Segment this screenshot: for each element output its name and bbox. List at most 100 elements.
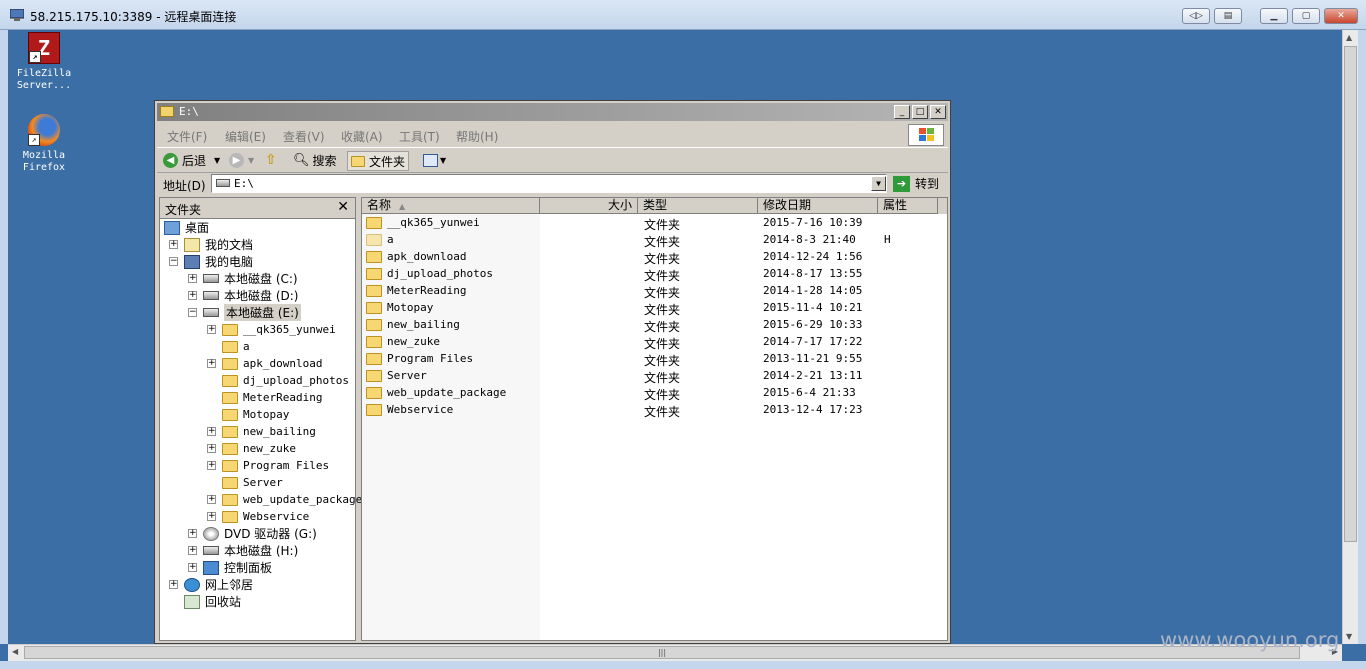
folder-tree-header: 文件夹 ✕ bbox=[160, 198, 355, 219]
scroll-down-icon[interactable]: ▼ bbox=[1346, 632, 1352, 641]
scroll-left-icon[interactable]: ◀ bbox=[12, 647, 18, 656]
tree-item-folder[interactable]: new_zuke bbox=[222, 440, 296, 457]
list-item[interactable]: __qk365_yunwei 文件夹 2015-7-16 10:39 bbox=[362, 214, 942, 232]
tree-item-folder[interactable]: Program Files bbox=[222, 457, 329, 474]
tree-item-folder[interactable]: __qk365_yunwei bbox=[222, 321, 336, 338]
tree-item-drive-d[interactable]: 本地磁盘 (D:) bbox=[203, 287, 298, 304]
list-item[interactable]: apk_download 文件夹 2014-12-24 1:56 bbox=[362, 248, 942, 266]
tree-item-folder[interactable]: web_update_package bbox=[222, 491, 362, 508]
explorer-title: E:\ bbox=[179, 105, 199, 118]
forward-button[interactable]: ▶ ▼ bbox=[229, 151, 254, 169]
column-header-modified[interactable]: 修改日期 bbox=[758, 198, 878, 214]
folder-icon bbox=[222, 459, 238, 472]
list-item[interactable]: Motopay 文件夹 2015-11-4 10:21 bbox=[362, 299, 942, 317]
scroll-up-icon[interactable]: ▲ bbox=[1346, 33, 1352, 42]
tree-label: dj_upload_photos bbox=[243, 374, 349, 387]
menu-help[interactable]: 帮助(H) bbox=[456, 128, 498, 145]
menu-file[interactable]: 文件(F) bbox=[167, 128, 207, 145]
menu-favorites[interactable]: 收藏(A) bbox=[341, 128, 383, 145]
list-item[interactable]: new_zuke 文件夹 2014-7-17 17:22 bbox=[362, 333, 942, 351]
tree-label: Motopay bbox=[243, 408, 290, 421]
views-button[interactable]: ▼ bbox=[423, 151, 446, 169]
expand-icon[interactable]: + bbox=[207, 359, 216, 368]
tree-item-drive-e[interactable]: 本地磁盘 (E:) bbox=[203, 304, 301, 321]
tree-item-dvd-drive[interactable]: DVD 驱动器 (G:) bbox=[203, 525, 317, 542]
go-button[interactable]: ➔ 转到 bbox=[893, 175, 939, 192]
tree-item-recycle-bin[interactable]: 回收站 bbox=[184, 593, 241, 610]
expand-icon[interactable]: + bbox=[188, 563, 197, 572]
expand-icon[interactable]: + bbox=[207, 325, 216, 334]
list-item[interactable]: a 文件夹 2014-8-3 21:40 H bbox=[362, 231, 942, 249]
expand-icon[interactable]: + bbox=[188, 291, 197, 300]
list-item[interactable]: new_bailing 文件夹 2015-6-29 10:33 bbox=[362, 316, 942, 334]
expand-icon[interactable]: + bbox=[207, 495, 216, 504]
file-name: dj_upload_photos bbox=[387, 267, 493, 280]
folders-button[interactable]: 文件夹 bbox=[347, 151, 410, 171]
menu-edit[interactable]: 编辑(E) bbox=[225, 128, 266, 145]
collapse-icon[interactable]: − bbox=[169, 257, 178, 266]
explorer-title-bar[interactable]: E:\ _ □ ✕ bbox=[157, 103, 948, 121]
expand-icon[interactable]: + bbox=[207, 461, 216, 470]
collapse-icon[interactable]: − bbox=[188, 308, 197, 317]
tree-item-my-computer[interactable]: 我的电脑 bbox=[184, 253, 253, 270]
horizontal-scroll-thumb[interactable]: ||| bbox=[24, 646, 1300, 659]
column-header-type[interactable]: 类型 bbox=[638, 198, 758, 214]
tree-item-folder[interactable]: Server bbox=[222, 474, 283, 491]
expand-icon[interactable]: + bbox=[188, 546, 197, 555]
column-header-name[interactable]: 名称 ▲ bbox=[362, 198, 540, 214]
rdp-close-button[interactable]: ✕ bbox=[1324, 8, 1358, 24]
list-item[interactable]: dj_upload_photos 文件夹 2014-8-17 13:55 bbox=[362, 265, 942, 283]
back-dropdown-icon[interactable]: ▼ bbox=[214, 156, 220, 165]
expand-icon[interactable]: + bbox=[169, 240, 178, 249]
search-button[interactable]: 🔍︎ 搜索 bbox=[293, 151, 337, 169]
folder-icon bbox=[366, 284, 382, 297]
tree-item-control-panel[interactable]: 控制面板 bbox=[203, 559, 272, 576]
list-item[interactable]: Program Files 文件夹 2013-11-21 9:55 bbox=[362, 350, 942, 368]
tree-item-folder[interactable]: MeterReading bbox=[222, 389, 322, 406]
rdp-restore-view-button[interactable]: ▤ bbox=[1214, 8, 1242, 24]
tree-item-drive-c[interactable]: 本地磁盘 (C:) bbox=[203, 270, 298, 287]
tree-item-drive-h[interactable]: 本地磁盘 (H:) bbox=[203, 542, 298, 559]
tree-item-network[interactable]: 网上邻居 bbox=[184, 576, 253, 593]
expand-icon[interactable]: + bbox=[207, 512, 216, 521]
tree-item-folder[interactable]: Motopay bbox=[222, 406, 289, 423]
desktop-icon-filezilla[interactable]: Z ↗ FileZilla Server... bbox=[14, 32, 74, 92]
rdp-pin-button[interactable]: ◁▷ bbox=[1182, 8, 1210, 24]
minimize-button[interactable]: _ bbox=[894, 105, 910, 119]
expand-icon[interactable]: + bbox=[188, 274, 197, 283]
maximize-button[interactable]: □ bbox=[912, 105, 928, 119]
expand-icon[interactable]: + bbox=[207, 444, 216, 453]
up-button[interactable]: ⇧ bbox=[265, 151, 277, 169]
tree-item-folder[interactable]: a bbox=[222, 338, 250, 355]
address-input[interactable]: E:\ ▼ bbox=[211, 174, 887, 193]
expand-icon[interactable]: + bbox=[207, 427, 216, 436]
folders-label: 文件夹 bbox=[369, 154, 406, 169]
list-item[interactable]: Webservice 文件夹 2013-12-4 17:23 bbox=[362, 401, 942, 419]
close-pane-icon[interactable]: ✕ bbox=[337, 199, 349, 215]
menu-tools[interactable]: 工具(T) bbox=[399, 128, 440, 145]
vertical-scroll-thumb[interactable] bbox=[1344, 46, 1357, 542]
tree-item-desktop[interactable]: 桌面 bbox=[164, 219, 209, 236]
tree-item-folder[interactable]: dj_upload_photos bbox=[222, 372, 349, 389]
menu-view[interactable]: 查看(V) bbox=[283, 128, 325, 145]
list-item[interactable]: Server 文件夹 2014-2-21 13:11 bbox=[362, 367, 942, 385]
horizontal-scrollbar[interactable]: ◀ ||| ▶ bbox=[8, 644, 1342, 661]
list-item[interactable]: MeterReading 文件夹 2014-1-28 14:05 bbox=[362, 282, 942, 300]
back-button[interactable]: ◀ 后退 ▼ bbox=[163, 151, 220, 169]
close-button[interactable]: ✕ bbox=[930, 105, 946, 119]
tree-item-my-documents[interactable]: 我的文档 bbox=[184, 236, 253, 253]
rdp-minimize-button[interactable]: ▁ bbox=[1260, 8, 1288, 24]
list-item[interactable]: web_update_package 文件夹 2015-6-4 21:33 bbox=[362, 384, 942, 402]
vertical-scrollbar[interactable]: ▲ ▼ bbox=[1342, 30, 1358, 644]
tree-item-folder[interactable]: Webservice bbox=[222, 508, 309, 525]
column-header-size[interactable]: 大小 bbox=[540, 198, 638, 214]
tree-item-folder[interactable]: apk_download bbox=[222, 355, 322, 372]
expand-icon[interactable]: + bbox=[169, 580, 178, 589]
desktop-icon-firefox[interactable]: ↗ Mozilla Firefox bbox=[14, 114, 74, 174]
rdp-maximize-button[interactable]: ▢ bbox=[1292, 8, 1320, 24]
column-header-attributes[interactable]: 属性 bbox=[878, 198, 938, 214]
expand-icon[interactable]: + bbox=[188, 529, 197, 538]
tree-item-folder[interactable]: new_bailing bbox=[222, 423, 316, 440]
address-dropdown-icon[interactable]: ▼ bbox=[871, 176, 886, 191]
forward-dropdown-icon[interactable]: ▼ bbox=[248, 156, 254, 165]
